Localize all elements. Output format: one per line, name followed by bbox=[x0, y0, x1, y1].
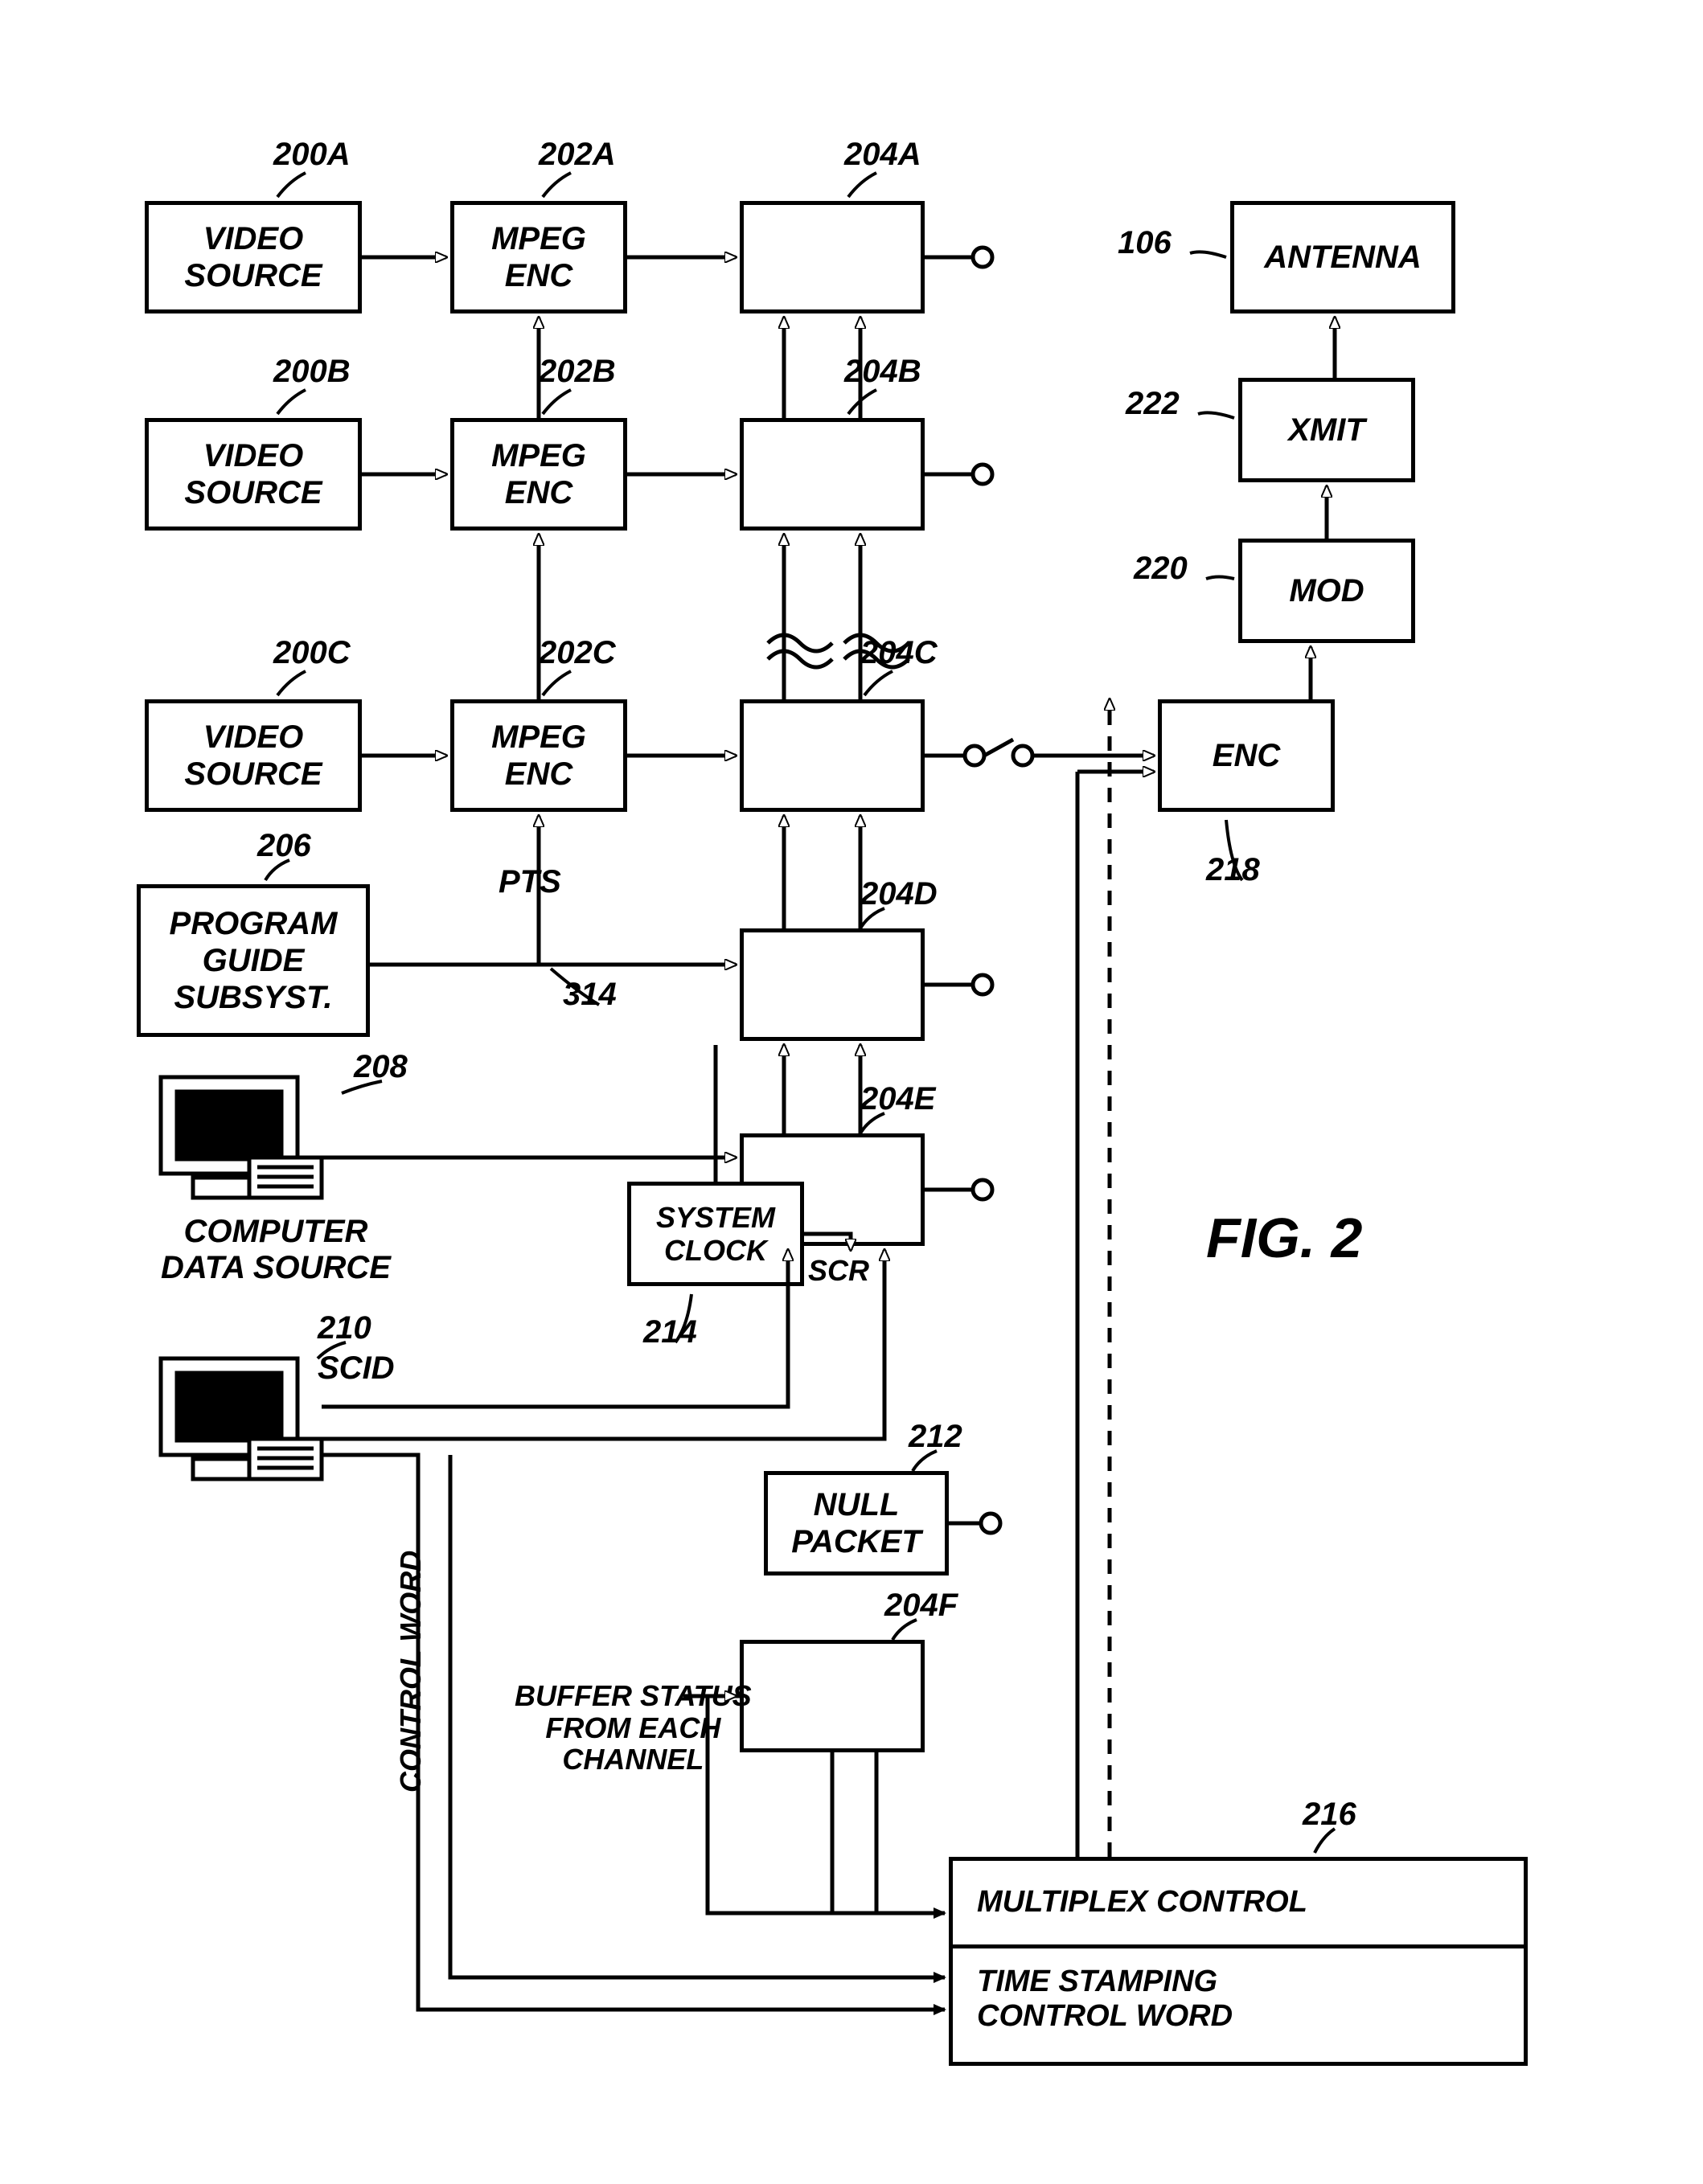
ref-216: 216 bbox=[1303, 1797, 1356, 1833]
box-mpeg-enc-a: MPEG ENC bbox=[450, 201, 627, 313]
box-label: MPEG ENC bbox=[491, 220, 586, 294]
box-mpeg-enc-c: MPEG ENC bbox=[450, 699, 627, 812]
figure-label: FIG. 2 bbox=[1206, 1206, 1362, 1270]
box-program-guide: PROGRAM GUIDE SUBSYST. bbox=[137, 884, 370, 1037]
ref-220: 220 bbox=[1134, 551, 1188, 587]
diagram-canvas: VIDEO SOURCE VIDEO SOURCE VIDEO SOURCE P… bbox=[0, 0, 1703, 2184]
ref-204E: 204E bbox=[860, 1081, 935, 1117]
ref-314: 314 bbox=[563, 977, 617, 1013]
box-label: MOD bbox=[1289, 572, 1364, 609]
label-control-word: CONTROL WORD bbox=[394, 1551, 428, 1793]
box-video-source-a: VIDEO SOURCE bbox=[145, 201, 362, 313]
box-null-packet: NULL PACKET bbox=[764, 1471, 949, 1576]
box-video-source-b: VIDEO SOURCE bbox=[145, 418, 362, 531]
box-system-clock: SYSTEM CLOCK bbox=[627, 1182, 804, 1286]
ref-202B: 202B bbox=[539, 354, 616, 390]
box-enc: ENC bbox=[1158, 699, 1335, 812]
box-label: VIDEO SOURCE bbox=[184, 220, 322, 294]
box-204f bbox=[740, 1640, 925, 1752]
label-computer-data-source: COMPUTER DATA SOURCE bbox=[161, 1214, 391, 1286]
box-mpeg-enc-b: MPEG ENC bbox=[450, 418, 627, 531]
ref-212: 212 bbox=[909, 1419, 962, 1455]
ref-204C: 204C bbox=[860, 635, 938, 671]
box-label: ENC bbox=[1213, 737, 1280, 774]
box-xmit: XMIT bbox=[1238, 378, 1415, 482]
box-label: NULL PACKET bbox=[791, 1486, 921, 1560]
box-label: PROGRAM GUIDE SUBSYST. bbox=[170, 905, 338, 1016]
ref-204F: 204F bbox=[884, 1588, 958, 1624]
label-scid: SCID bbox=[318, 1350, 395, 1387]
label-buffer-status: BUFFER STATUS FROM EACH CHANNEL bbox=[515, 1680, 752, 1776]
box-label: VIDEO SOURCE bbox=[184, 437, 322, 511]
box-video-source-c: VIDEO SOURCE bbox=[145, 699, 362, 812]
box-mod: MOD bbox=[1238, 539, 1415, 643]
box-label: MPEG ENC bbox=[491, 437, 586, 511]
box-label: ANTENNA bbox=[1264, 239, 1422, 276]
ref-204A: 204A bbox=[844, 137, 921, 173]
box-antenna: ANTENNA bbox=[1230, 201, 1455, 313]
ref-206: 206 bbox=[257, 828, 311, 864]
ref-200A: 200A bbox=[273, 137, 351, 173]
box-label: XMIT bbox=[1288, 412, 1365, 449]
box-204a bbox=[740, 201, 925, 313]
box-label: VIDEO SOURCE bbox=[184, 719, 322, 793]
label-scr: SCR bbox=[808, 1254, 869, 1288]
ref-208: 208 bbox=[354, 1049, 408, 1085]
box-label: MPEG ENC bbox=[491, 719, 586, 793]
multiplex-control-line1: MULTIPLEX CONTROL bbox=[977, 1885, 1500, 1920]
box-label: SYSTEM CLOCK bbox=[656, 1201, 775, 1268]
ref-202C: 202C bbox=[539, 635, 616, 671]
ref-214: 214 bbox=[643, 1314, 697, 1350]
ref-200C: 200C bbox=[273, 635, 351, 671]
ref-106: 106 bbox=[1118, 225, 1172, 261]
ref-202A: 202A bbox=[539, 137, 616, 173]
ref-204B: 204B bbox=[844, 354, 921, 390]
box-204c bbox=[740, 699, 925, 812]
box-204d bbox=[740, 928, 925, 1041]
ref-210: 210 bbox=[318, 1310, 371, 1346]
ref-204D: 204D bbox=[860, 876, 938, 912]
label-pts: PTS bbox=[499, 864, 561, 900]
ref-222: 222 bbox=[1126, 386, 1180, 422]
multiplex-control-line2: TIME STAMPING CONTROL WORD bbox=[977, 1965, 1500, 2034]
box-multiplex-control: MULTIPLEX CONTROL TIME STAMPING CONTROL … bbox=[949, 1857, 1528, 2066]
box-204b bbox=[740, 418, 925, 531]
ref-218: 218 bbox=[1206, 852, 1260, 888]
ref-200B: 200B bbox=[273, 354, 351, 390]
